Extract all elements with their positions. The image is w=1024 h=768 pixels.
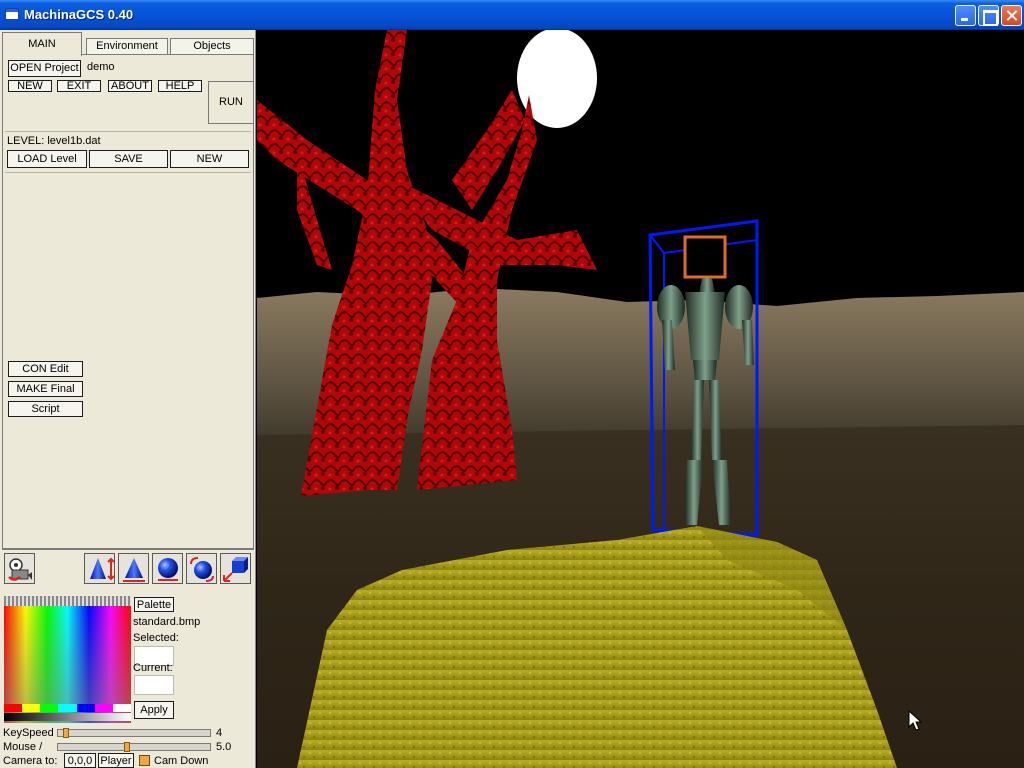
main-tab-panel: OPEN Project demo NEW EXIT ABOUT HELP RU… (2, 54, 254, 549)
title-bar: MachinaGCS 0.40 (0, 0, 1024, 30)
grayscale-ramp[interactable] (4, 713, 131, 721)
script-button[interactable]: Script (8, 401, 83, 417)
mouse-label: Mouse / (3, 741, 43, 753)
con-edit-button[interactable]: CON Edit (8, 361, 83, 377)
camera-coords-button[interactable]: 0,0,0 (64, 753, 96, 768)
minimize-button[interactable] (955, 5, 976, 26)
about-button[interactable]: ABOUT (108, 80, 152, 92)
current-color-box (134, 675, 174, 695)
selected-color-label: Selected: (133, 632, 179, 644)
maximize-button[interactable] (978, 5, 999, 26)
apply-color-button[interactable]: Apply (134, 701, 174, 719)
load-level-button[interactable]: LOAD Level (7, 150, 87, 168)
new-project-button[interactable]: NEW (8, 80, 52, 92)
swatch-blue[interactable] (76, 704, 95, 712)
cone-move-icon[interactable] (84, 553, 115, 584)
camera-film-icon[interactable] (4, 553, 35, 584)
new-level-button[interactable]: NEW (170, 150, 249, 168)
keyspeed-label: KeySpeed (3, 727, 54, 739)
object-toolbar (2, 549, 254, 587)
camera-to-label: Camera to: (3, 755, 58, 767)
mouse-speed-slider-thumb[interactable] (124, 742, 130, 752)
sphere-icon[interactable] (152, 553, 183, 584)
app-window-icon[interactable] (5, 8, 19, 20)
current-color-label: Current: (133, 662, 173, 674)
divider (5, 172, 251, 173)
cone-icon[interactable] (118, 553, 149, 584)
palette-button[interactable]: Palette (134, 597, 174, 612)
tab-objects[interactable]: Objects (170, 38, 254, 54)
close-button[interactable] (1001, 5, 1022, 26)
tab-bar: MAIN Environment Objects (2, 32, 254, 56)
run-box: RUN (208, 81, 254, 124)
mouse-cursor-icon (908, 710, 923, 731)
cam-down-checkbox[interactable] (139, 755, 150, 766)
open-project-button[interactable]: OPEN Project (8, 60, 81, 77)
window-title: MachinaGCS 0.40 (24, 7, 134, 22)
swatch-green[interactable] (40, 704, 59, 712)
tab-environment[interactable]: Environment (86, 38, 168, 54)
3d-viewport[interactable] (257, 30, 1024, 768)
keyspeed-slider[interactable] (57, 728, 211, 738)
divider (5, 131, 251, 132)
swatch-magenta[interactable] (94, 704, 113, 712)
cube-icon[interactable] (220, 553, 251, 584)
exit-button[interactable]: EXIT (57, 80, 101, 92)
mouse-speed-slider[interactable] (57, 742, 211, 752)
help-button[interactable]: HELP (158, 80, 202, 92)
keyspeed-slider-thumb[interactable] (63, 728, 69, 738)
swatch-cyan[interactable] (58, 704, 77, 712)
camera-player-button[interactable]: Player (98, 753, 134, 768)
swatch-yellow[interactable] (22, 704, 41, 712)
tab-main[interactable]: MAIN (2, 32, 82, 56)
swatch-white[interactable] (112, 704, 131, 712)
level-caption: LEVEL: level1b.dat (7, 135, 101, 147)
make-final-button[interactable]: MAKE Final (8, 381, 83, 397)
color-swatches[interactable] (4, 704, 131, 712)
sphere-rotate-icon[interactable] (186, 553, 217, 584)
project-name: demo (87, 61, 115, 73)
keyspeed-value: 4 (216, 727, 223, 739)
cam-down-label: Cam Down (154, 755, 209, 767)
mouse-value: 5.0 (216, 741, 232, 753)
run-button[interactable]: RUN (219, 96, 243, 108)
palette-file: standard.bmp (133, 616, 201, 628)
save-level-button[interactable]: SAVE (89, 150, 168, 168)
swatch-red[interactable] (4, 704, 23, 712)
scene-render (257, 30, 1024, 768)
control-panel: MAIN Environment Objects OPEN Project de… (0, 30, 256, 768)
